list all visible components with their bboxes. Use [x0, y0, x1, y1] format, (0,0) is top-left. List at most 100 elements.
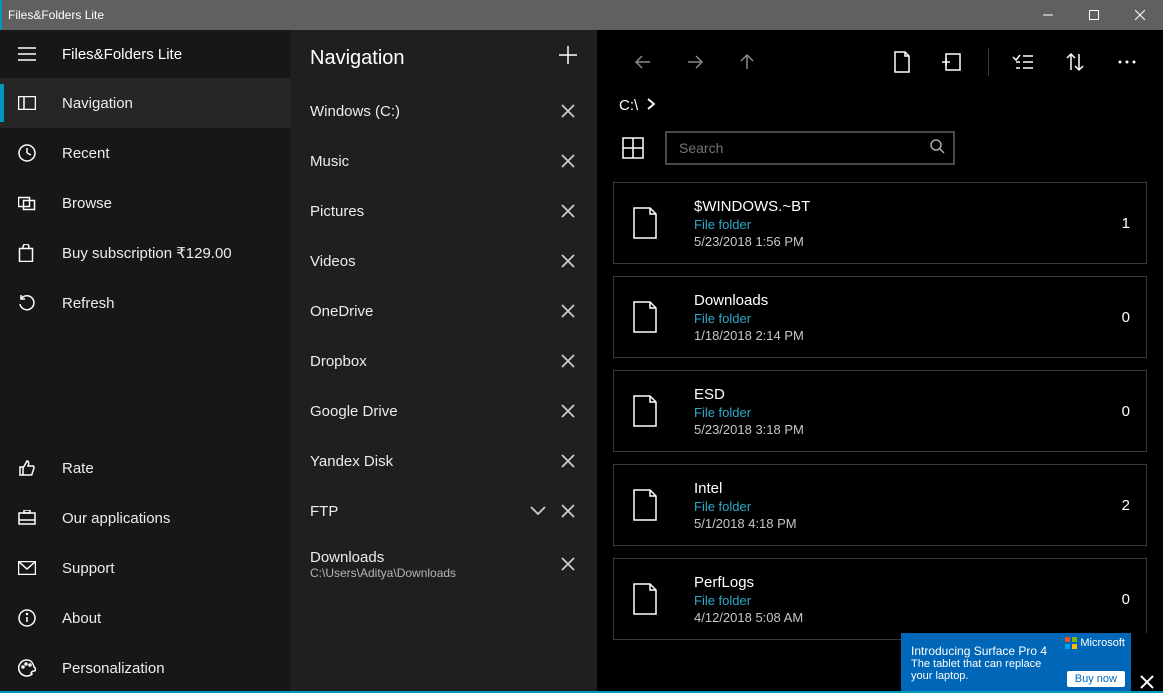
microsoft-logo: Microsoft [1065, 637, 1125, 649]
more-button[interactable] [1101, 59, 1153, 65]
sidebar-item-navigation[interactable]: Navigation [0, 78, 290, 128]
select-button[interactable] [997, 53, 1049, 71]
nav-item-yandex-disk[interactable]: Yandex Disk [290, 436, 597, 486]
remove-icon[interactable] [553, 254, 583, 268]
sidebar-item-personalization[interactable]: Personalization [0, 643, 290, 693]
new-file-button[interactable] [876, 50, 928, 74]
file-name: Downloads [694, 292, 1122, 309]
file-count: 1 [1122, 215, 1130, 232]
app-title: Files&Folders Lite [62, 46, 182, 63]
navigation-icon [18, 96, 46, 110]
minimize-button[interactable] [1025, 0, 1071, 30]
back-button[interactable] [617, 51, 669, 73]
search-icon[interactable] [929, 138, 945, 159]
nav-item-label: Music [310, 153, 553, 170]
sidebar-item-refresh[interactable]: Refresh [0, 278, 290, 328]
file-date: 4/12/2018 5:08 AM [694, 610, 1122, 625]
file-row[interactable]: Downloads File folder 1/18/2018 2:14 PM … [613, 276, 1147, 358]
sidebar-item-label: Navigation [62, 95, 133, 112]
sidebar-item-label: Rate [62, 460, 94, 477]
remove-icon[interactable] [553, 204, 583, 218]
file-name: $WINDOWS.~BT [694, 198, 1122, 215]
sidebar-item-browse[interactable]: Browse [0, 178, 290, 228]
breadcrumb-text: C:\ [619, 97, 638, 114]
sidebar-item-rate[interactable]: Rate [0, 443, 290, 493]
sidebar: Files&Folders Lite Navigation Recent Bro… [0, 30, 290, 693]
nav-item-dropbox[interactable]: Dropbox [290, 336, 597, 386]
remove-icon[interactable] [553, 104, 583, 118]
main-panel: C:\ $WINDOWS.~BT File folder 5/23/2018 1… [597, 30, 1163, 693]
nav-item-downloads[interactable]: Downloads C:\Users\Aditya\Downloads [290, 536, 597, 592]
sort-button[interactable] [1049, 51, 1101, 73]
nav-item-onedrive[interactable]: OneDrive [290, 286, 597, 336]
file-date: 5/23/2018 1:56 PM [694, 234, 1122, 249]
remove-icon[interactable] [553, 504, 583, 518]
file-count: 0 [1122, 309, 1130, 326]
sidebar-item-buy[interactable]: Buy subscription ₹129.00 [0, 228, 290, 278]
shopping-bag-icon [18, 244, 46, 262]
mail-icon [18, 561, 46, 575]
notification-brand: Microsoft [1080, 637, 1125, 649]
sidebar-item-label: Refresh [62, 295, 115, 312]
file-row[interactable]: Intel File folder 5/1/2018 4:18 PM 2 [613, 464, 1147, 546]
remove-icon[interactable] [553, 354, 583, 368]
up-button[interactable] [721, 51, 773, 73]
sidebar-item-label: Our applications [62, 510, 170, 527]
new-folder-button[interactable] [928, 52, 980, 72]
forward-button[interactable] [669, 51, 721, 73]
nav-item-label: Windows (C:) [310, 103, 553, 120]
remove-icon[interactable] [553, 454, 583, 468]
nav-item-label: Yandex Disk [310, 453, 553, 470]
buy-now-button[interactable]: Buy now [1067, 671, 1125, 687]
nav-item-google-drive[interactable]: Google Drive [290, 386, 597, 436]
thumbs-up-icon [18, 459, 46, 477]
remove-icon[interactable] [553, 304, 583, 318]
sidebar-item-about[interactable]: About [0, 593, 290, 643]
nav-item-pictures[interactable]: Pictures [290, 186, 597, 236]
add-location-button[interactable] [557, 44, 579, 72]
nav-item-path: C:\Users\Aditya\Downloads [310, 566, 553, 580]
sidebar-item-label: Recent [62, 145, 110, 162]
file-count: 0 [1122, 403, 1130, 420]
search-input[interactable] [679, 140, 929, 156]
nav-item-label: Downloads [310, 549, 553, 566]
sidebar-item-our-apps[interactable]: Our applications [0, 493, 290, 543]
hamburger-icon[interactable] [18, 47, 46, 61]
titlebar: Files&Folders Lite [0, 0, 1163, 30]
nav-item-music[interactable]: Music [290, 136, 597, 186]
refresh-icon [18, 294, 46, 312]
file-row[interactable]: PerfLogs File folder 4/12/2018 5:08 AM 0 [613, 558, 1147, 640]
apps-icon [18, 510, 46, 526]
nav-panel-title: Navigation [310, 47, 405, 70]
toolbar-separator [988, 48, 989, 76]
chevron-down-icon[interactable] [523, 505, 553, 517]
remove-icon[interactable] [553, 154, 583, 168]
sidebar-item-label: About [62, 610, 101, 627]
file-icon [632, 300, 676, 334]
breadcrumb[interactable]: C:\ [597, 90, 1163, 120]
navigation-panel: Navigation Windows (C:) Music Pictures V… [290, 30, 597, 693]
notification-close-button[interactable] [1131, 633, 1163, 693]
remove-icon[interactable] [553, 404, 583, 418]
file-icon [632, 488, 676, 522]
maximize-button[interactable] [1071, 0, 1117, 30]
file-name: Intel [694, 480, 1122, 497]
remove-icon[interactable] [553, 557, 583, 571]
nav-item-ftp[interactable]: FTP [290, 486, 597, 536]
file-row[interactable]: $WINDOWS.~BT File folder 5/23/2018 1:56 … [613, 182, 1147, 264]
nav-item-label: FTP [310, 503, 523, 520]
file-list: $WINDOWS.~BT File folder 5/23/2018 1:56 … [597, 182, 1163, 652]
nav-item-windows-c[interactable]: Windows (C:) [290, 86, 597, 136]
sidebar-item-support[interactable]: Support [0, 543, 290, 593]
nav-item-label: Pictures [310, 203, 553, 220]
sidebar-item-recent[interactable]: Recent [0, 128, 290, 178]
close-window-button[interactable] [1117, 0, 1163, 30]
file-row[interactable]: ESD File folder 5/23/2018 3:18 PM 0 [613, 370, 1147, 452]
view-mode-button[interactable] [613, 128, 653, 168]
notification-text: The tablet that can replace your laptop. [911, 658, 1051, 682]
nav-item-videos[interactable]: Videos [290, 236, 597, 286]
file-type: File folder [694, 217, 1122, 232]
file-date: 5/1/2018 4:18 PM [694, 516, 1122, 531]
search-box[interactable] [665, 131, 955, 165]
notification-card[interactable]: Microsoft Introducing Surface Pro 4 The … [901, 633, 1131, 693]
